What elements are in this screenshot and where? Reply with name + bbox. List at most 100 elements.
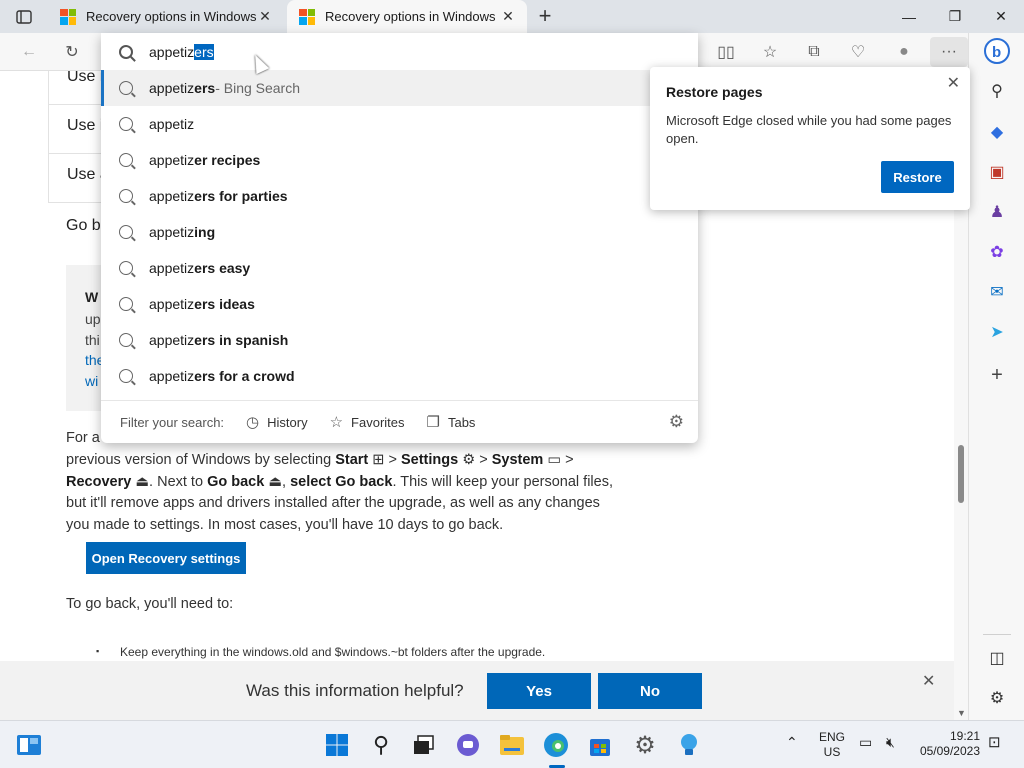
notifications-icon[interactable]: ⊡: [988, 735, 1001, 750]
feedback-yes-button[interactable]: Yes: [487, 673, 591, 709]
drop-icon[interactable]: ➤: [983, 318, 1011, 346]
split-screen-icon[interactable]: ▯▯: [711, 37, 741, 67]
suggestion-item[interactable]: appetiz ers ideas: [101, 286, 698, 322]
browser-tab-2[interactable]: Recovery options in Windows - M ✕: [287, 0, 527, 33]
suggestion-typed: appetiz: [149, 80, 195, 96]
suggestion-item[interactable]: appetiz ers - Bing Search: [101, 70, 698, 106]
microsoft-store-icon[interactable]: [585, 730, 615, 760]
note-link[interactable]: wi: [85, 373, 98, 389]
bing-chat-icon[interactable]: b: [983, 37, 1011, 65]
clock[interactable]: 19:21 05/09/2023: [912, 729, 980, 759]
search-icon[interactable]: ⚲: [983, 77, 1011, 105]
settings-and-more-button[interactable]: ···: [930, 37, 968, 67]
language-indicator[interactable]: ENG US: [816, 730, 848, 760]
favorites-star-icon[interactable]: ☆: [755, 37, 785, 67]
list-item-text: Keep everything in the windows.old and $…: [120, 645, 546, 659]
scroll-down-arrow-icon[interactable]: ▼: [957, 708, 966, 718]
separator: >: [565, 452, 574, 468]
edge-browser-icon[interactable]: [541, 730, 571, 760]
suggestion-completion: er recipes: [194, 152, 261, 168]
suggestion-completion: ers for a crowd: [194, 368, 295, 384]
restore-message: Microsoft Edge closed while you had some…: [666, 113, 952, 146]
autocomplete-selection: ers: [194, 43, 214, 60]
address-bar-dropdown: appetizers appetiz ers - Bing Search appe…: [101, 33, 698, 443]
search-icon: [119, 261, 133, 275]
suggestion-completion: ers in spanish: [194, 332, 289, 348]
back-button[interactable]: ←: [14, 37, 44, 67]
feedback-no-button[interactable]: No: [598, 673, 702, 709]
suggestion-item[interactable]: appetiz ers for parties: [101, 178, 698, 214]
open-recovery-settings-button[interactable]: Open Recovery settings: [86, 542, 246, 574]
filter-favorites-label: Favorites: [351, 414, 405, 430]
filter-tabs-button[interactable]: ❐ Tabs: [427, 413, 476, 431]
show-hidden-icons-chevron-icon[interactable]: ⌃: [786, 735, 798, 750]
collections-icon[interactable]: ⧉: [799, 37, 829, 67]
widgets-icon[interactable]: [14, 730, 44, 760]
tools-briefcase-icon[interactable]: ▣: [983, 158, 1011, 186]
filter-history-button[interactable]: ◷ History: [246, 413, 308, 431]
suggestion-item[interactable]: appetiz ers for a crowd: [101, 358, 698, 394]
filter-favorites-button[interactable]: ☆ Favorites: [330, 413, 405, 431]
address-bar-input[interactable]: appetizers: [101, 33, 698, 70]
games-icon[interactable]: ♟: [983, 198, 1011, 226]
suggestion-completion: ers easy: [194, 260, 251, 276]
settings-gear-icon[interactable]: ⚙: [630, 730, 660, 760]
volume-muted-icon[interactable]: 🔇︎: [886, 735, 895, 750]
close-tab-icon[interactable]: ✕: [256, 8, 274, 25]
minimize-button[interactable]: —: [886, 0, 932, 33]
search-settings-gear-icon[interactable]: ⚙: [669, 412, 684, 432]
start-button[interactable]: [322, 730, 352, 760]
network-icon[interactable]: ▭: [859, 735, 872, 750]
outlook-icon[interactable]: ✉: [983, 278, 1011, 306]
paragraph-text: previous version of Windows by selecting: [66, 452, 336, 468]
file-explorer-icon[interactable]: [497, 730, 527, 760]
suggestion-item[interactable]: appetiz ing: [101, 214, 698, 250]
settings-gear-icon: ⚙: [462, 452, 476, 468]
suggestion-item[interactable]: appetiz ers easy: [101, 250, 698, 286]
edge-sidebar: b ⚲ ◆ ▣ ♟ ✿ ✉ ➤ + ◫ ⚙: [968, 33, 1024, 720]
close-window-button[interactable]: ✕: [978, 0, 1024, 33]
hide-sidebar-icon[interactable]: ◫: [983, 644, 1011, 672]
keyboard-region: US: [823, 745, 841, 759]
filter-label: Filter your search:: [120, 414, 225, 430]
suggestion-item[interactable]: appetiz ers in spanish: [101, 322, 698, 358]
tips-lightbulb-icon[interactable]: [674, 730, 704, 760]
scrollbar-thumb[interactable]: [958, 445, 964, 503]
shopping-tag-icon[interactable]: ◆: [983, 118, 1011, 146]
paragraph-text: Next to: [157, 473, 208, 490]
suggestion-item[interactable]: appetiz er recipes: [101, 142, 698, 178]
close-icon[interactable]: ✕: [947, 73, 960, 93]
search-icon: [119, 189, 133, 203]
microsoft-365-icon[interactable]: ✿: [983, 238, 1011, 266]
taskbar: ⚲ ⚙ ⌃ ENG US ▭ 🔇︎ 19:21 05/09/2023 ⊡: [0, 720, 1024, 768]
suggestion-typed: appetiz: [149, 188, 195, 204]
list-item: Keep everything in the windows.old and $…: [96, 645, 546, 659]
system-label: System: [491, 452, 544, 468]
recovery-icon: ⏏: [268, 473, 283, 490]
search-filter-bar: Filter your search: ◷ History ☆ Favorites …: [101, 400, 698, 443]
sidebar-settings-gear-icon[interactable]: ⚙: [983, 684, 1011, 712]
search-icon: [119, 117, 133, 131]
clock-time: 19:21: [949, 729, 980, 743]
restore-window-button[interactable]: ❐: [932, 0, 978, 33]
task-view-icon[interactable]: [409, 730, 439, 760]
select-go-back-label: select Go back: [290, 473, 393, 490]
browser-essentials-icon[interactable]: ♡: [843, 37, 873, 67]
taskbar-search-icon[interactable]: ⚲: [366, 730, 396, 760]
teams-chat-icon[interactable]: [453, 730, 483, 760]
close-icon[interactable]: ✕: [922, 671, 935, 691]
suggestion-item[interactable]: appetiz: [101, 106, 698, 142]
settings-label: Settings: [400, 452, 459, 468]
browser-tab-1[interactable]: Recovery options in Windows - M ✕: [48, 0, 284, 33]
new-tab-button[interactable]: +: [531, 2, 559, 30]
tabs-icon: ❐: [426, 414, 440, 431]
add-sidebar-app-icon[interactable]: +: [983, 361, 1011, 389]
favorites-star-icon: ☆: [329, 414, 344, 431]
suggestion-completion: ers for parties: [194, 188, 288, 204]
restore-button[interactable]: Restore: [881, 161, 954, 193]
separator: >: [479, 452, 488, 468]
profile-avatar-icon[interactable]: ●: [889, 37, 919, 67]
tab-actions-button[interactable]: [8, 5, 40, 29]
close-tab-icon[interactable]: ✕: [499, 8, 517, 25]
refresh-button[interactable]: ↻: [57, 37, 87, 67]
